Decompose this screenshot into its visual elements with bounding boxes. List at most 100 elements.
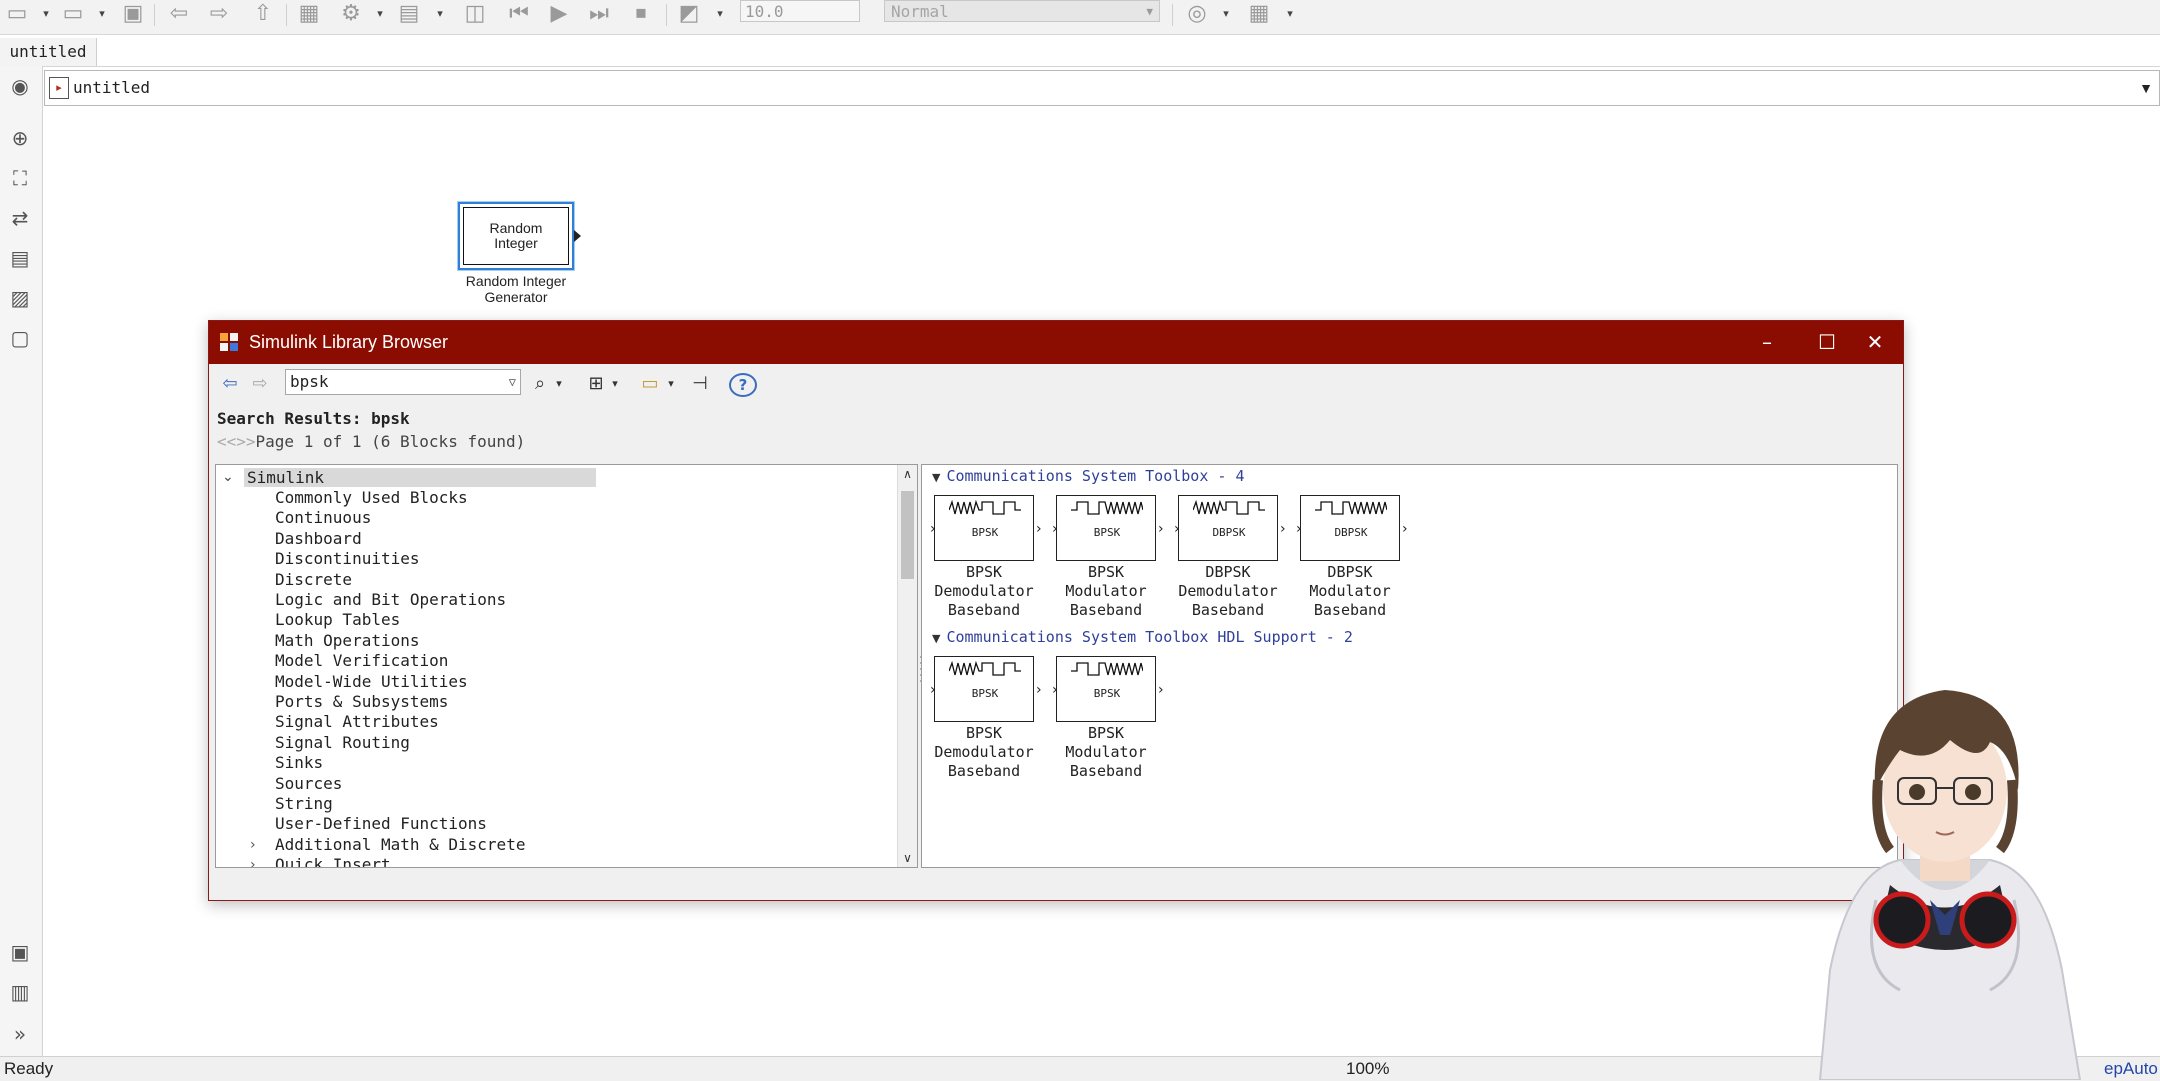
window-titlebar[interactable]: Simulink Library Browser – ☐ ✕ (209, 321, 1903, 364)
result-group-header[interactable]: ▼ Communications System Toolbox - 4 (932, 467, 1244, 487)
tree-item[interactable]: Sources (275, 774, 342, 794)
zoom-icon[interactable]: ⊕ (6, 124, 34, 152)
block-icon-box[interactable]: DBPSK (1178, 495, 1278, 561)
folder-dropdown-icon[interactable]: ▾ (665, 372, 677, 396)
back-icon[interactable]: ⇦ (217, 372, 243, 396)
triangle-down-icon[interactable]: ▼ (932, 632, 940, 645)
model-browser-icon[interactable]: ▥ (6, 978, 34, 1006)
new-model-icon[interactable]: ▭ (4, 2, 30, 26)
tree-item[interactable]: Math Operations (275, 631, 420, 651)
random-integer-block[interactable]: Random Integer (458, 202, 574, 270)
main-toolbar: ▭ ▾ ▭ ▾ ▣ ⇦ ⇨ ⇧ ▦ ⚙ ▾ ▤ ▾ ◫ ⏮ ▶ ⏭ ⏹ ◩ ▾ … (0, 0, 2160, 35)
area-icon[interactable]: ▢ (6, 324, 34, 352)
solver-link[interactable]: epAuto (2104, 1057, 2158, 1081)
chevron-right-icon[interactable]: › (250, 835, 256, 855)
block-icon-box[interactable]: BPSK (1056, 656, 1156, 722)
fit-view-icon[interactable]: ⛶ (6, 164, 34, 192)
arrows-icon[interactable]: ⇄ (6, 204, 34, 232)
model-settings-icon[interactable]: ⚙ (338, 2, 364, 26)
block-icon-box[interactable]: BPSK (1056, 495, 1156, 561)
save-icon[interactable]: ▣ (120, 2, 146, 26)
tree-item[interactable]: Model Verification (275, 651, 448, 671)
update-dropdown-icon[interactable]: ▾ (1220, 2, 1232, 26)
chevron-down-icon[interactable]: ⌄ (222, 468, 234, 487)
build-icon[interactable]: ▦ (1246, 2, 1272, 26)
library-browser-icon[interactable]: ▦ (296, 2, 322, 26)
tree-item[interactable]: Commonly Used Blocks (275, 488, 468, 508)
pin-icon[interactable]: ⊣ (689, 372, 711, 396)
open-dropdown-icon[interactable]: ▾ (96, 2, 108, 26)
tree-scrollbar[interactable]: ∧ ∨ (897, 465, 917, 867)
chevron-down-icon[interactable]: ▼ (2139, 71, 2153, 105)
chevron-right-icon[interactable]: › (250, 855, 256, 867)
tree-item[interactable]: String (275, 794, 333, 814)
step-back-icon[interactable]: ⏮ (506, 2, 532, 26)
scrollbar-thumb[interactable] (901, 491, 914, 579)
tab-untitled[interactable]: untitled (0, 38, 97, 66)
block-label[interactable]: Random Integer Generator (436, 273, 596, 305)
output-port-icon[interactable] (574, 230, 581, 242)
tree-item-collapsed[interactable]: Additional Math & Discrete (275, 835, 525, 855)
address-bar[interactable]: ▸ untitled ▼ (44, 70, 2160, 106)
library-search-input[interactable]: bpsk ▽ (285, 369, 521, 395)
help-icon[interactable]: ? (729, 373, 757, 397)
new-library-icon[interactable]: ⊞ (583, 372, 609, 396)
minimize-button[interactable]: – (1737, 321, 1797, 364)
tree-item[interactable]: Signal Attributes (275, 712, 439, 732)
tree-item[interactable]: Ports & Subsystems (275, 692, 448, 712)
model-explorer-icon[interactable]: ▤ (396, 2, 422, 26)
triangle-down-icon[interactable]: ▼ (932, 471, 940, 484)
tree-item[interactable]: Discrete (275, 570, 352, 590)
inspector-dropdown-icon[interactable]: ▾ (714, 2, 726, 26)
undo-icon[interactable]: ⇦ (166, 2, 192, 26)
close-button[interactable]: ✕ (1845, 321, 1905, 364)
library-tree[interactable]: ⌄ Simulink Commonly Used Blocks Continuou… (215, 464, 918, 868)
tree-item[interactable]: Sinks (275, 753, 323, 773)
expand-icon[interactable]: » (6, 1020, 34, 1048)
tree-item[interactable]: Dashboard (275, 529, 362, 549)
tree-item[interactable]: Lookup Tables (275, 610, 400, 630)
chevron-down-icon[interactable]: ▽ (509, 370, 516, 394)
tree-item[interactable]: Discontinuities (275, 549, 420, 569)
step-forward-icon[interactable]: ⏭ (586, 2, 612, 26)
search-icon[interactable]: ⌕ (527, 372, 553, 396)
open-icon[interactable]: ▭ (60, 2, 86, 26)
redo-icon[interactable]: ⇨ (206, 2, 232, 26)
tree-item-collapsed[interactable]: Quick Insert (275, 855, 391, 867)
scroll-down-icon[interactable]: ∨ (898, 849, 917, 867)
stop-icon[interactable]: ⏹ (628, 2, 654, 26)
tree-item[interactable]: Logic and Bit Operations (275, 590, 506, 610)
up-icon[interactable]: ⇧ (250, 2, 276, 26)
annotation-icon[interactable]: ▤ (6, 244, 34, 272)
screenshot-icon[interactable]: ▣ (6, 938, 34, 966)
image-icon[interactable]: ▨ (6, 284, 34, 312)
new-dropdown-icon[interactable]: ▾ (40, 2, 52, 26)
hide-explorer-icon[interactable]: ◉ (6, 72, 34, 100)
forward-icon[interactable]: ⇨ (247, 372, 273, 396)
explorer-dropdown-icon[interactable]: ▾ (434, 2, 446, 26)
result-group-header[interactable]: ▼ Communications System Toolbox HDL Suppo… (932, 628, 1353, 648)
data-inspector-icon[interactable]: ◩ (676, 2, 702, 26)
new-dropdown-icon[interactable]: ▾ (609, 372, 621, 396)
simulation-mode-select[interactable]: Normal ▼ (884, 0, 1160, 22)
tree-item[interactable]: User-Defined Functions (275, 814, 487, 834)
search-dropdown-icon[interactable]: ▾ (553, 372, 565, 396)
signal-icon[interactable]: ◫ (462, 2, 488, 26)
scroll-up-icon[interactable]: ∧ (898, 465, 917, 483)
tree-item[interactable]: Model-Wide Utilities (275, 672, 468, 692)
stop-time-input[interactable]: 10.0 (740, 0, 860, 22)
page-nav-arrows[interactable]: <<>> (217, 432, 256, 451)
block-icon-box[interactable]: BPSK (934, 656, 1034, 722)
tree-item[interactable]: Signal Routing (275, 733, 410, 753)
page-info: <<>>Page 1 of 1 (6 Blocks found) (217, 432, 525, 452)
block-icon-box[interactable]: BPSK (934, 495, 1034, 561)
search-results-pane[interactable]: ▼ Communications System Toolbox - 4 BPSK › ›… (921, 464, 1898, 868)
settings-dropdown-icon[interactable]: ▾ (374, 2, 386, 26)
update-icon[interactable]: ◎ (1184, 2, 1210, 26)
tree-root-simulink[interactable]: ⌄ Simulink (216, 468, 596, 487)
block-icon-box[interactable]: DBPSK (1300, 495, 1400, 561)
run-icon[interactable]: ▶ (546, 2, 572, 26)
folder-icon[interactable]: ▭ (637, 372, 663, 396)
build-dropdown-icon[interactable]: ▾ (1284, 2, 1296, 26)
tree-item[interactable]: Continuous (275, 508, 371, 528)
